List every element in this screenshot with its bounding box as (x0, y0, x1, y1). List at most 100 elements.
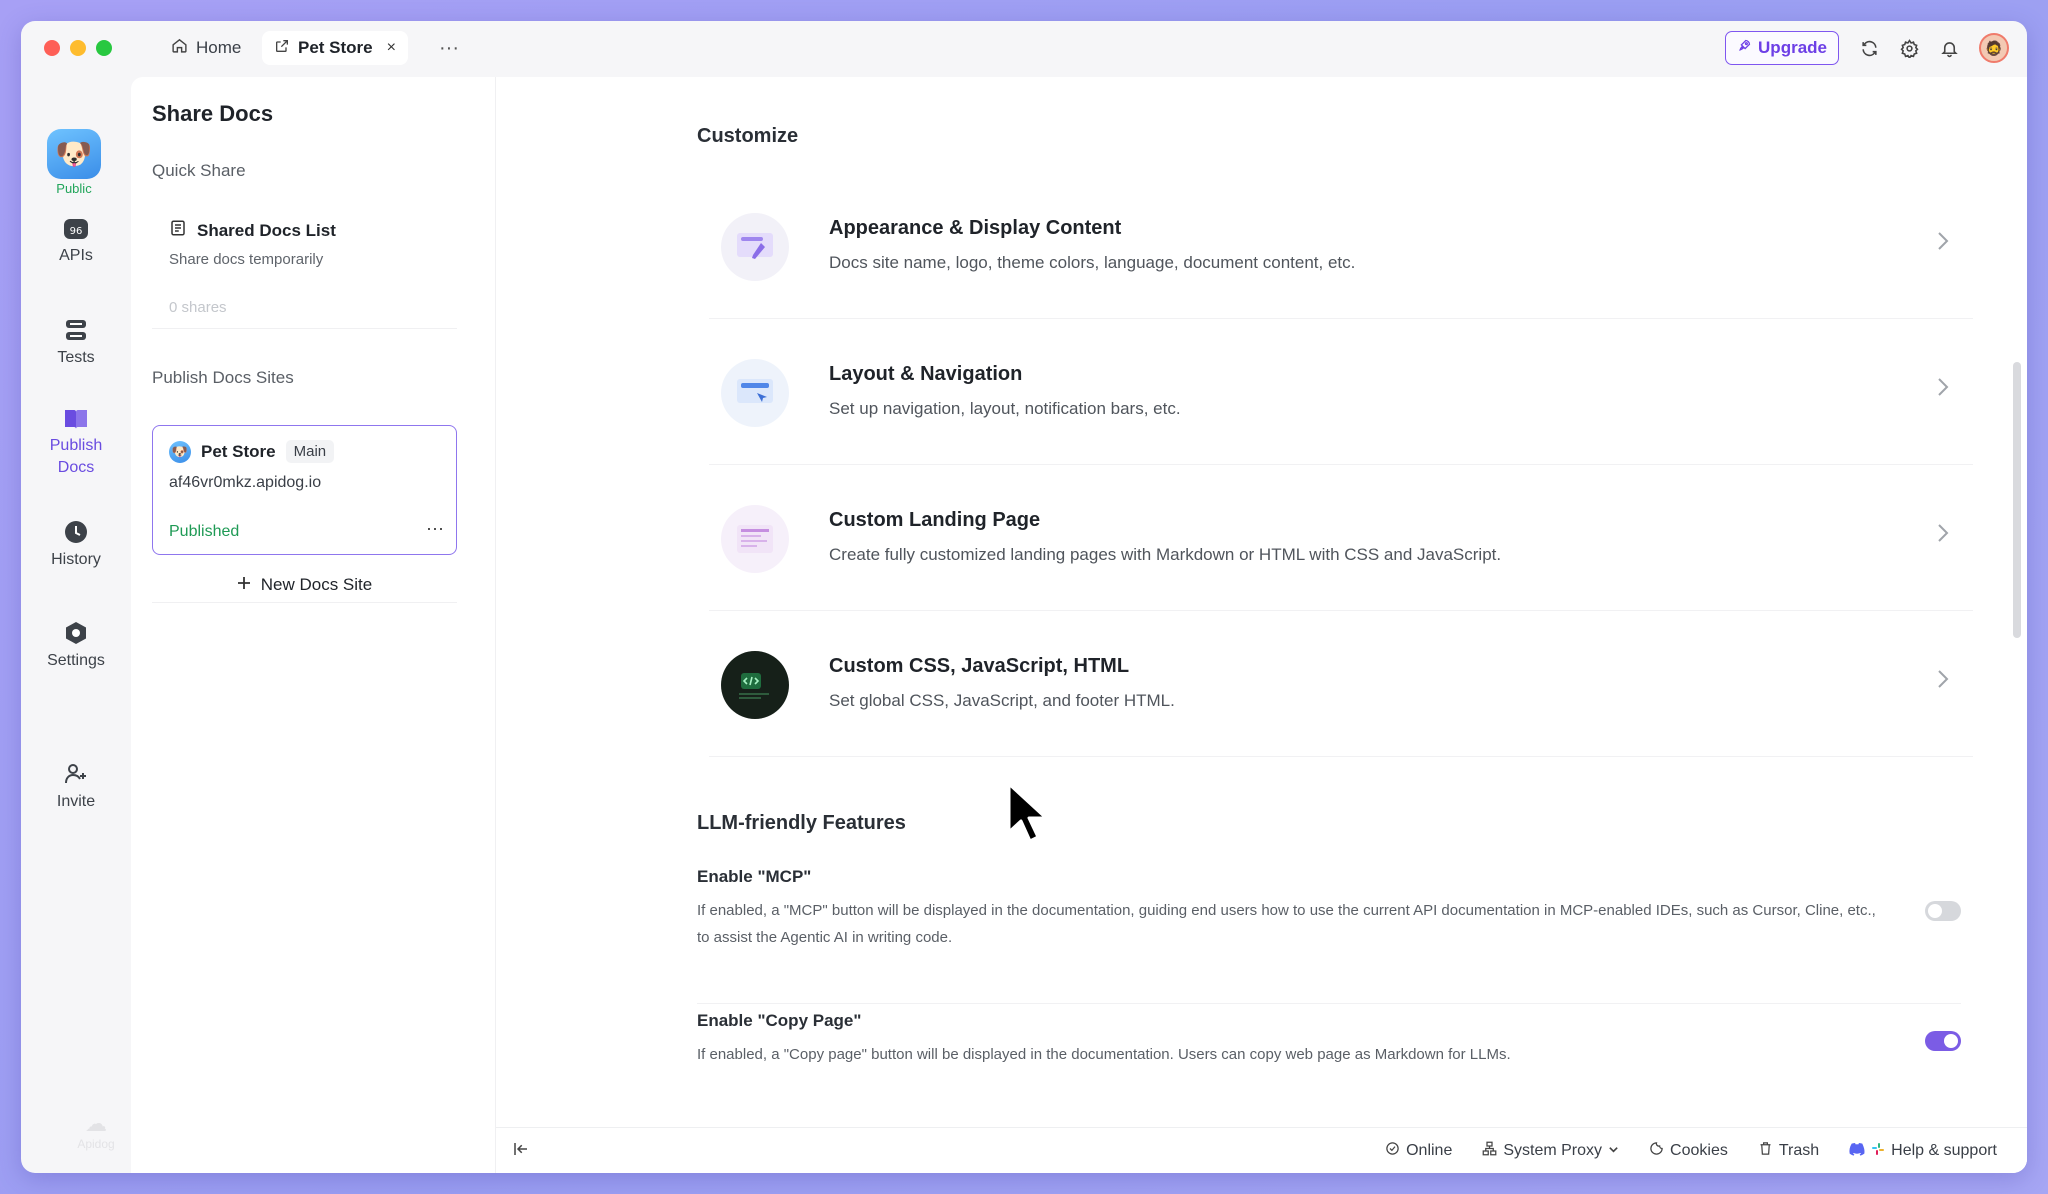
appearance-brush-icon (721, 213, 789, 281)
divider (697, 1003, 1961, 1004)
docs-site-card[interactable]: 🐶 Pet Store Main af46vr0mkz.apidog.io Pu… (152, 425, 457, 555)
cookie-icon (1649, 1141, 1664, 1161)
vertical-scrollbar[interactable] (2013, 362, 2021, 638)
proxy-network-icon (1482, 1141, 1497, 1161)
rail-item-publish-label-1: Publish (49, 437, 103, 454)
more-tabs-button[interactable]: ··· (427, 31, 471, 65)
document-list-icon (169, 219, 187, 242)
tab-home[interactable]: Home (159, 31, 253, 65)
maximize-window-button[interactable] (96, 40, 112, 56)
minimize-window-button[interactable] (70, 40, 86, 56)
copy-page-desc: If enabled, a "Copy page" button will be… (697, 1046, 1511, 1063)
site-name: Pet Store (201, 441, 276, 461)
rail-item-tests-label: Tests (57, 349, 95, 366)
option-appearance[interactable]: Appearance & Display Content Docs site n… (709, 173, 1973, 319)
proxy-label: System Proxy (1503, 1142, 1603, 1159)
brand-watermark: ☁ Apidog (67, 1111, 125, 1151)
mcp-setting: Enable "MCP" If enabled, a "MCP" button … (697, 867, 1961, 951)
help-support-button[interactable]: Help & support (1849, 1141, 1997, 1161)
shares-count: 0 shares (169, 299, 227, 316)
trash-label: Trash (1778, 1142, 1820, 1159)
code-icon (721, 651, 789, 719)
rail-item-apis[interactable]: 96 APIs (21, 217, 131, 265)
trash-button[interactable]: Trash (1758, 1141, 1819, 1161)
site-url: af46vr0mkz.apidog.io (169, 474, 322, 491)
rocket-icon (1737, 38, 1752, 58)
customize-heading: Customize (697, 125, 799, 147)
cookies-button[interactable]: Cookies (1649, 1141, 1728, 1161)
external-link-icon (274, 38, 290, 59)
llm-features-heading: LLM-friendly Features (697, 812, 906, 834)
invite-user-icon (21, 761, 131, 787)
upgrade-button[interactable]: Upgrade (1725, 31, 1839, 65)
option-landing-desc: Create fully customized landing pages wi… (829, 545, 1502, 564)
trash-icon (1758, 1141, 1773, 1161)
landing-page-icon (721, 505, 789, 573)
help-label: Help & support (1891, 1142, 1997, 1159)
dog-logo-icon: 🐶 (47, 129, 101, 179)
toggle-knob (1928, 904, 1942, 918)
rail-item-invite[interactable]: Invite (21, 761, 131, 811)
option-code-title: Custom CSS, JavaScript, HTML (829, 655, 1130, 677)
option-landing-title: Custom Landing Page (829, 509, 1041, 531)
settings-gear-icon[interactable] (1899, 38, 1919, 58)
project-logo[interactable]: 🐶 Public (47, 129, 101, 196)
app-window: Home Pet Store × ··· Upgrade 🧔 🐶 Public … (21, 21, 2027, 1173)
copy-page-toggle[interactable] (1925, 1031, 1961, 1051)
home-icon (171, 37, 188, 59)
option-layout-navigation[interactable]: Layout & Navigation Set up navigation, l… (709, 319, 1973, 465)
upgrade-label: Upgrade (1758, 38, 1827, 57)
check-circle-icon (1385, 1141, 1400, 1161)
close-window-button[interactable] (44, 40, 60, 56)
public-badge: Public (56, 181, 92, 196)
rail-item-settings[interactable]: Settings (21, 620, 131, 670)
svg-text:96: 96 (70, 226, 83, 237)
shared-docs-list-card[interactable]: Shared Docs List Share docs temporarily … (152, 199, 457, 329)
site-more-menu-button[interactable]: ··· (426, 518, 444, 539)
online-status[interactable]: Online (1385, 1141, 1452, 1161)
chevron-right-icon (1937, 669, 1949, 695)
chevron-down-icon (1608, 1142, 1619, 1160)
rail-item-tests[interactable]: Tests (21, 317, 131, 367)
window-controls (44, 40, 112, 56)
chevron-right-icon (1937, 523, 1949, 549)
notification-bell-icon[interactable] (1939, 38, 1959, 58)
tests-icon (21, 317, 131, 343)
settings-hex-icon (21, 620, 131, 646)
rail-item-publish-label-2: Docs (57, 459, 95, 476)
option-custom-landing-page[interactable]: Custom Landing Page Create fully customi… (709, 465, 1973, 611)
rail-item-invite-label: Invite (56, 793, 96, 810)
online-label: Online (1406, 1142, 1453, 1159)
option-custom-code[interactable]: Custom CSS, JavaScript, HTML Set global … (709, 611, 1973, 757)
tab-pet-store[interactable]: Pet Store × (262, 31, 408, 65)
new-docs-site-button[interactable]: New Docs Site (152, 567, 457, 603)
mcp-title: Enable "MCP" (697, 867, 812, 886)
history-clock-icon (21, 519, 131, 545)
rail-item-history[interactable]: History (21, 519, 131, 569)
rail-item-apis-label: APIs (59, 247, 93, 264)
system-proxy-dropdown[interactable]: System Proxy (1482, 1141, 1619, 1161)
collapse-sidebar-icon[interactable] (512, 1140, 530, 1163)
status-bar-items: Online System Proxy Cookies Trash Help &… (1385, 1141, 1997, 1161)
option-layout-desc: Set up navigation, layout, notification … (829, 399, 1181, 418)
refresh-icon[interactable] (1859, 38, 1879, 58)
quick-share-label: Quick Share (152, 161, 246, 180)
shared-docs-list-title: Shared Docs List (197, 220, 336, 240)
rail-item-publish-docs[interactable]: Publish Docs (21, 407, 131, 477)
option-appearance-desc: Docs site name, logo, theme colors, lang… (829, 253, 1356, 272)
mcp-toggle[interactable] (1925, 901, 1961, 921)
option-layout-title: Layout & Navigation (829, 363, 1023, 385)
tab-pet-store-label: Pet Store (298, 38, 373, 57)
user-avatar[interactable]: 🧔 (1979, 33, 2009, 63)
customize-main: Customize Appearance & Display Content D… (496, 77, 2027, 1127)
toggle-knob (1944, 1034, 1958, 1048)
brand-label: Apidog (77, 1137, 115, 1151)
mouse-cursor-icon (1006, 781, 1052, 848)
publish-docs-sites-label: Publish Docs Sites (152, 368, 294, 387)
title-bar: Home Pet Store × ··· Upgrade 🧔 (21, 21, 2027, 77)
book-icon (21, 407, 131, 431)
share-docs-sidebar: Share Docs Quick Share Shared Docs List … (131, 77, 496, 1173)
branch-badge: Main (285, 440, 335, 463)
shared-docs-list-desc: Share docs temporarily (169, 251, 324, 268)
close-tab-icon[interactable]: × (387, 39, 396, 57)
